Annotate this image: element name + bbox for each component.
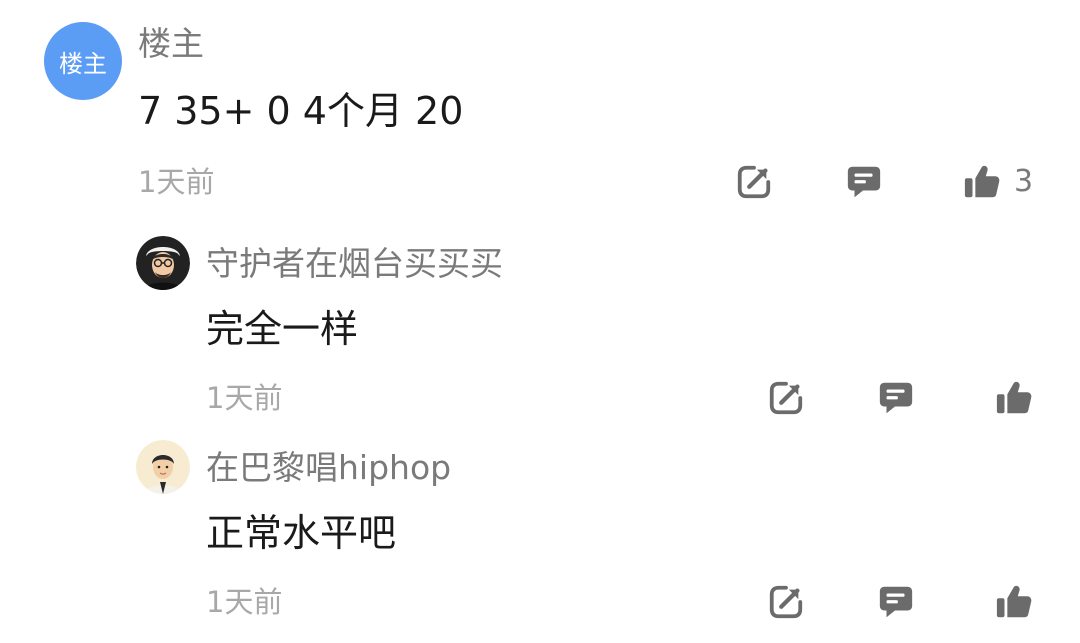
comment-icon xyxy=(879,382,913,414)
reply-avatar[interactable] xyxy=(136,440,190,494)
reply-content: 完全一样 xyxy=(206,307,359,351)
comment-button[interactable] xyxy=(876,378,916,418)
owner-avatar[interactable]: 楼主 xyxy=(44,22,122,100)
reply-time: 1天前 xyxy=(206,381,283,415)
like-button[interactable] xyxy=(994,378,1034,418)
reply-author[interactable]: 守护者在烟台买买买 xyxy=(206,244,503,284)
reply-author[interactable]: 在巴黎唱hiphop xyxy=(206,448,451,488)
like-count: 3 xyxy=(1014,164,1034,199)
share-button[interactable] xyxy=(734,162,774,202)
comment-author[interactable]: 楼主 xyxy=(138,24,204,64)
share-button[interactable] xyxy=(766,582,806,622)
reply-content: 正常水平吧 xyxy=(206,511,397,555)
share-icon xyxy=(769,585,803,619)
comment-icon xyxy=(879,586,913,618)
thumbs-up-icon xyxy=(996,381,1032,414)
like-button[interactable] xyxy=(994,582,1034,622)
share-icon xyxy=(737,165,771,199)
comment-button[interactable] xyxy=(844,162,884,202)
share-button[interactable] xyxy=(766,378,806,418)
comment-content: 7 35+ 0 4个月 20 xyxy=(138,89,464,133)
reply-avatar-image xyxy=(136,236,190,290)
thumbs-up-icon xyxy=(996,585,1032,618)
thumbs-up-icon xyxy=(964,165,1000,198)
owner-avatar-label: 楼主 xyxy=(59,49,107,78)
reply-time: 1天前 xyxy=(206,585,283,619)
reply-avatar[interactable] xyxy=(136,236,190,290)
like-button[interactable] xyxy=(962,162,1002,202)
reply-avatar-image xyxy=(136,440,190,494)
share-icon xyxy=(769,381,803,415)
comment-button[interactable] xyxy=(876,582,916,622)
comment-icon xyxy=(847,166,881,198)
comment-time: 1天前 xyxy=(138,165,215,199)
